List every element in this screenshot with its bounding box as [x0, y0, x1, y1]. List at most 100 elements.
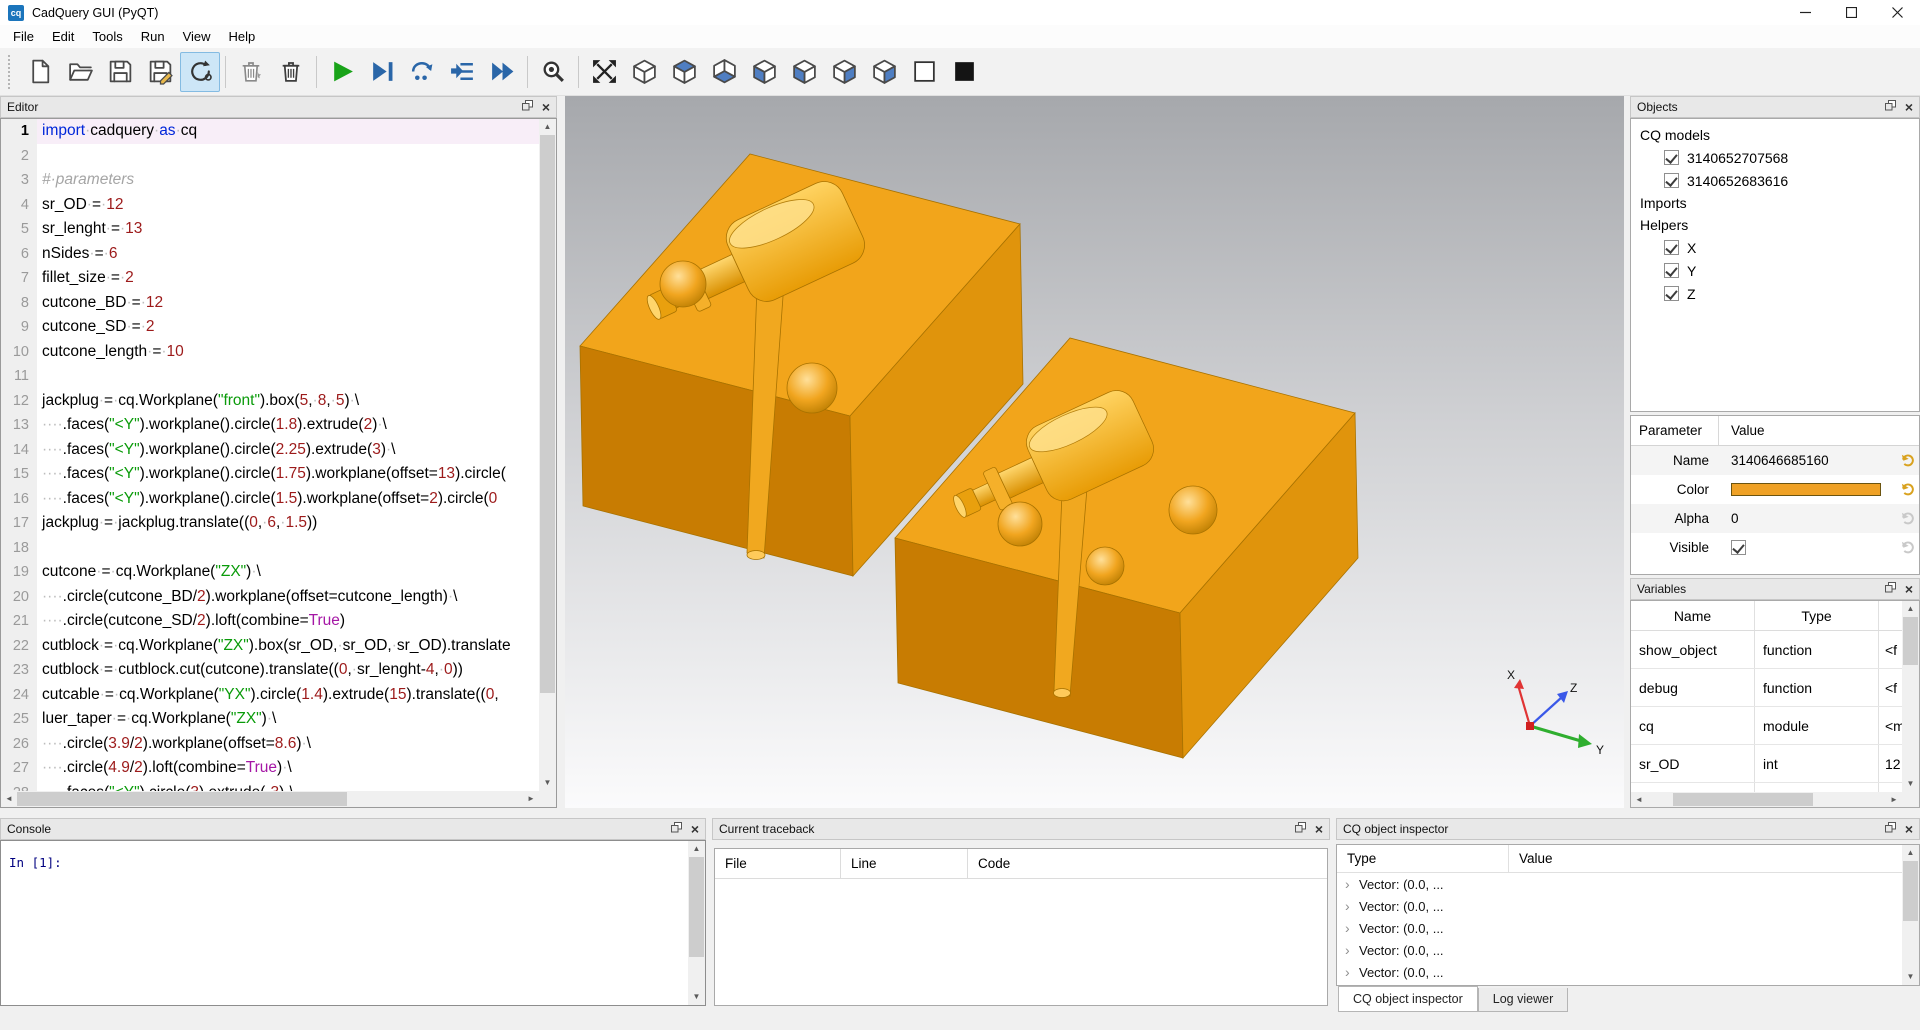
new-file-button[interactable] [20, 52, 60, 92]
code-line[interactable]: 1import·cadquery·as·cq [1, 119, 539, 144]
code-line[interactable]: 23cutblock·=·cutblock.cut(cutcone).trans… [1, 658, 539, 683]
checkbox[interactable] [1664, 263, 1679, 278]
variables-hscroll-thumb[interactable] [1673, 793, 1813, 806]
view-bottom-button[interactable] [704, 52, 744, 92]
code-line[interactable]: 26····.circle(3.9/2).workplane(offset=8.… [1, 732, 539, 757]
code-line[interactable]: 8cutcone_BD·=·12 [1, 291, 539, 316]
close-panel-icon[interactable]: × [542, 102, 550, 112]
debug-button[interactable] [362, 52, 402, 92]
close-panel-icon[interactable]: × [1905, 824, 1913, 834]
checkbox[interactable] [1731, 540, 1746, 555]
checkbox[interactable] [1664, 150, 1679, 165]
inspector-row[interactable]: ›Vector: (0.0, ... [1337, 917, 1919, 939]
view-right-button[interactable] [864, 52, 904, 92]
menu-file[interactable]: File [4, 26, 43, 47]
code-line[interactable]: 10cutcone_length·=·10 [1, 340, 539, 365]
save-as-button[interactable] [140, 52, 180, 92]
code-line[interactable]: 5sr_lenght·=·13 [1, 217, 539, 242]
variable-row[interactable]: debugfunction<f [1631, 669, 1902, 707]
open-file-button[interactable] [60, 52, 100, 92]
code-line[interactable]: 19cutcone·=·cq.Workplane("ZX")·\ [1, 560, 539, 585]
float-panel-icon[interactable] [522, 100, 533, 114]
code-line[interactable]: 18 [1, 536, 539, 561]
inspector-row[interactable]: ›Vector: (0.0, ... [1337, 939, 1919, 961]
viewport-3d[interactable]: X Z Y [565, 96, 1624, 808]
menu-edit[interactable]: Edit [43, 26, 83, 47]
expand-chevron-icon[interactable]: › [1345, 920, 1359, 936]
color-swatch[interactable] [1731, 483, 1881, 496]
code-line[interactable]: 27····.circle(4.9/2).loft(combine=True)·… [1, 756, 539, 781]
tree-item-3140652707568[interactable]: 3140652707568 [1631, 146, 1919, 169]
scroll-up-arrow[interactable]: ▲ [688, 841, 705, 857]
scroll-left-arrow[interactable]: ◄ [1631, 792, 1647, 807]
tree-item-imports[interactable]: Imports [1631, 192, 1919, 214]
render-button[interactable] [322, 52, 362, 92]
view-front-button[interactable] [744, 52, 784, 92]
code-line[interactable]: 28····.faces("<Y").circle(3).extrude(-3)… [1, 781, 539, 792]
view-back-button[interactable] [784, 52, 824, 92]
code-line[interactable]: 11 [1, 364, 539, 389]
code-line[interactable]: 9cutcone_SD·=·2 [1, 315, 539, 340]
menu-view[interactable]: View [174, 26, 220, 47]
delete-object-button[interactable] [231, 52, 271, 92]
variable-row[interactable]: cqmodule<m [1631, 707, 1902, 745]
tree-item-cq-models[interactable]: CQ models [1631, 124, 1919, 146]
scroll-down-arrow[interactable]: ▼ [539, 775, 556, 791]
scroll-down-arrow[interactable]: ▼ [1902, 969, 1919, 985]
code-line[interactable]: 2 [1, 144, 539, 169]
inspector-vscroll-thumb[interactable] [1903, 861, 1918, 921]
expand-chevron-icon[interactable]: › [1345, 876, 1359, 892]
float-panel-icon[interactable] [1885, 100, 1896, 114]
maximize-button[interactable] [1828, 0, 1874, 25]
save-button[interactable] [100, 52, 140, 92]
scroll-up-arrow[interactable]: ▲ [1902, 845, 1919, 861]
step-button[interactable] [402, 52, 442, 92]
float-panel-icon[interactable] [1295, 822, 1306, 836]
continue-button[interactable] [482, 52, 522, 92]
close-panel-icon[interactable]: × [1905, 102, 1913, 112]
step-in-button[interactable] [442, 52, 482, 92]
view-iso-button[interactable] [624, 52, 664, 92]
code-line[interactable]: 16····.faces("<Y").workplane().circle(1.… [1, 487, 539, 512]
code-area[interactable]: 1import·cadquery·as·cq23#·parameters4sr_… [1, 119, 539, 791]
code-line[interactable]: 3#·parameters [1, 168, 539, 193]
float-panel-icon[interactable] [1885, 822, 1896, 836]
variable-row[interactable]: sr_lenghtint13 [1631, 783, 1902, 792]
variable-row[interactable]: show_objectfunction<f [1631, 631, 1902, 669]
code-line[interactable]: 4sr_OD·=·12 [1, 193, 539, 218]
tab-log-viewer[interactable]: Log viewer [1478, 988, 1568, 1012]
revert-button[interactable] [1895, 482, 1919, 497]
editor-vscroll-thumb[interactable] [540, 135, 555, 693]
scroll-down-arrow[interactable]: ▼ [1902, 776, 1919, 792]
delete-all-button[interactable] [271, 52, 311, 92]
code-line[interactable]: 17jackplug·=·jackplug.translate((0,·6,·1… [1, 511, 539, 536]
inspector-row[interactable]: ›Vector: (0.0, ... [1337, 961, 1919, 983]
code-line[interactable]: 6nSides·=·6 [1, 242, 539, 267]
checkbox[interactable] [1664, 173, 1679, 188]
float-panel-icon[interactable] [1885, 582, 1896, 596]
close-button[interactable] [1874, 0, 1920, 25]
code-line[interactable]: 12jackplug·=·cq.Workplane("front").box(5… [1, 389, 539, 414]
revert-button[interactable] [1895, 540, 1919, 555]
view-shaded-button[interactable] [904, 52, 944, 92]
float-panel-icon[interactable] [671, 822, 682, 836]
tree-item-3140652683616[interactable]: 3140652683616 [1631, 169, 1919, 192]
code-line[interactable]: 7fillet_size·=·2 [1, 266, 539, 291]
view-left-button[interactable] [824, 52, 864, 92]
inspector-row[interactable]: ›Vector: (0.0, ... [1337, 895, 1919, 917]
code-line[interactable]: 13····.faces("<Y").workplane().circle(1.… [1, 413, 539, 438]
code-line[interactable]: 15····.faces("<Y").workplane().circle(1.… [1, 462, 539, 487]
scroll-up-arrow[interactable]: ▲ [539, 119, 556, 135]
minimize-button[interactable] [1782, 0, 1828, 25]
menu-help[interactable]: Help [220, 26, 265, 47]
editor-hscroll-thumb[interactable] [17, 792, 347, 806]
code-line[interactable]: 21····.circle(cutcone_SD/2).loft(combine… [1, 609, 539, 634]
expand-chevron-icon[interactable]: › [1345, 964, 1359, 980]
revert-button[interactable] [1895, 511, 1919, 526]
tab-cq-object-inspector[interactable]: CQ object inspector [1338, 986, 1478, 1012]
scroll-up-arrow[interactable]: ▲ [1902, 601, 1919, 617]
view-wireframe-button[interactable] [944, 52, 984, 92]
expand-chevron-icon[interactable]: › [1345, 898, 1359, 914]
code-line[interactable]: 24cutcable·=·cq.Workplane("YX").circle(1… [1, 683, 539, 708]
close-panel-icon[interactable]: × [1905, 584, 1913, 594]
